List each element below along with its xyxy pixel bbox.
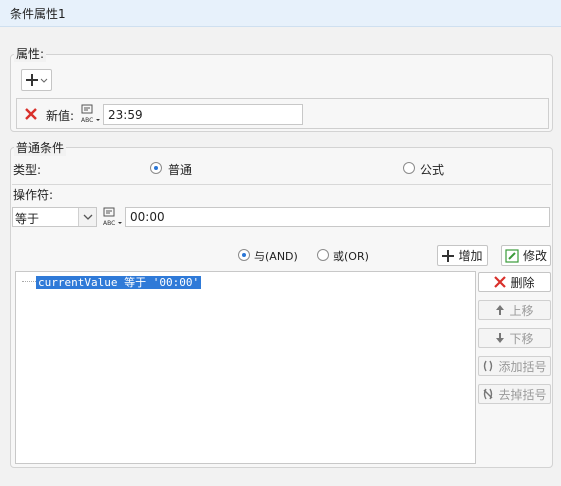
list-item[interactable]: currentValue 等于 '00:00' [36,274,202,290]
bracket-icon [484,360,493,372]
new-value-input[interactable]: 23:59 [103,104,303,125]
svg-text:ABC: ABC [81,117,93,124]
or-radio[interactable]: 或(OR) [317,248,377,263]
radio-selected-icon [150,162,162,174]
plus-dropdown-icon [25,74,47,86]
close-icon [494,276,507,288]
add-condition-button[interactable]: 增加 [437,245,488,266]
type-label: 类型: [13,163,42,177]
operand-input[interactable]: 00:00 [125,207,550,227]
operator-select[interactable]: 等于 [12,207,97,227]
move-down-button[interactable]: 下移 [478,328,551,348]
chevron-down-icon[interactable] [78,208,96,226]
remove-bracket-button[interactable]: 去掉括号 [478,384,551,404]
arrow-down-icon [496,333,505,343]
new-value-label: 新值: [46,109,75,123]
attributes-legend: 属性: [14,45,47,62]
add-attribute-button[interactable] [21,69,52,91]
type-formula-radio[interactable]: 公式 [403,162,463,177]
conditions-legend: 普通条件 [14,139,67,156]
title-bar: 条件属性1 [0,0,561,27]
remove-bracket-icon [483,388,493,400]
operator-label: 操作符: [13,188,54,202]
formula-type-icon[interactable]: ABC [101,206,123,228]
modify-condition-button[interactable]: 修改 [501,245,551,266]
plus-icon [442,249,455,262]
move-up-button[interactable]: 上移 [478,300,551,320]
remove-attribute-button[interactable] [21,104,40,123]
arrow-up-icon [496,305,505,315]
delete-button[interactable]: 删除 [478,272,551,292]
window-title: 条件属性1 [10,7,66,21]
radio-unselected-icon [317,249,329,261]
formula-type-icon[interactable]: ABC [79,103,101,125]
edit-icon [505,248,519,263]
condition-list[interactable]: currentValue 等于 '00:00' [15,271,476,464]
divider [12,184,551,185]
and-radio[interactable]: 与(AND) [238,248,308,263]
svg-text:ABC: ABC [103,220,115,227]
radio-selected-icon [238,249,250,261]
radio-unselected-icon [403,162,415,174]
add-bracket-button[interactable]: 添加括号 [478,356,551,376]
tree-connector [22,281,36,282]
new-value-row: 新值: ABC 23:59 [16,98,549,129]
close-icon [24,107,37,120]
type-normal-radio[interactable]: 普通 [150,162,220,177]
